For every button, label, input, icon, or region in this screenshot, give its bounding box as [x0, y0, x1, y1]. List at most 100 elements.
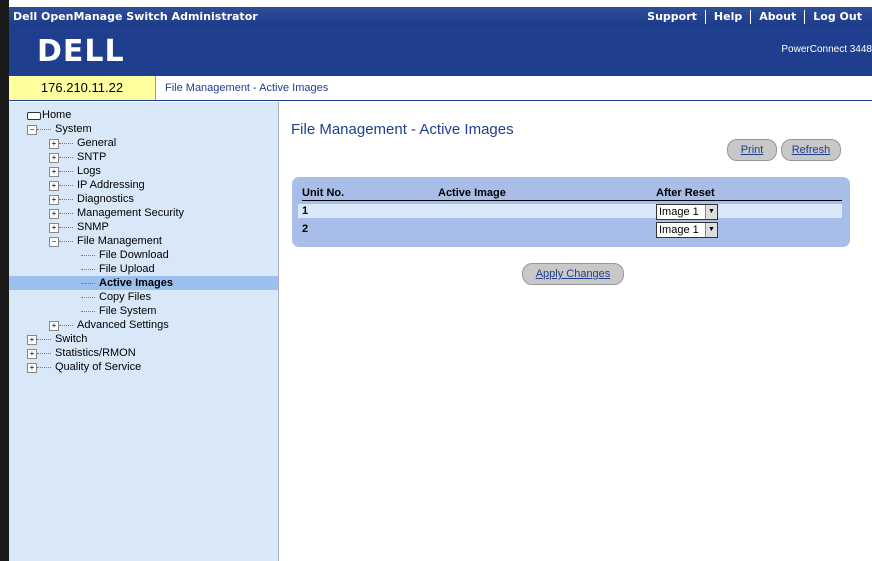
support-link[interactable]: Support: [639, 10, 705, 23]
tree-item[interactable]: − File Management: [9, 234, 278, 248]
drive-icon: [27, 112, 41, 120]
expand-icon[interactable]: +: [27, 335, 37, 345]
tree-connector: [59, 143, 73, 144]
tree-item[interactable]: + IP Addressing: [9, 178, 278, 192]
tree-item-label: Advanced Settings: [77, 319, 169, 331]
tree-connector: [59, 157, 73, 158]
tree-item-label: Copy Files: [99, 291, 151, 303]
tree-item-label: System: [55, 123, 92, 135]
refresh-button[interactable]: Refresh: [781, 139, 841, 161]
tree-item-label: Home: [42, 109, 72, 121]
tree-item[interactable]: Home: [9, 108, 278, 122]
tree-item-label: File System: [99, 305, 157, 317]
expand-icon[interactable]: +: [49, 321, 59, 331]
tree-connector: [59, 325, 73, 326]
tree-item-label: File Upload: [99, 263, 155, 275]
column-header: After Reset: [656, 187, 715, 199]
tree-item[interactable]: + Logs: [9, 164, 278, 178]
tree-connector: [59, 213, 73, 214]
about-link[interactable]: About: [751, 10, 804, 23]
top-links: Support Help About Log Out: [639, 7, 870, 26]
tree-connector: [59, 199, 73, 200]
expand-icon[interactable]: +: [49, 181, 59, 191]
column-header: Active Image: [438, 187, 506, 199]
tree-item-label: General: [77, 137, 117, 149]
tree-item[interactable]: + SNMP: [9, 220, 278, 234]
tree-connector: [59, 171, 73, 172]
after-reset-value: Image 1: [659, 206, 699, 218]
tree-item-label: Switch: [55, 333, 88, 345]
expand-icon[interactable]: +: [49, 139, 59, 149]
print-button[interactable]: Print: [727, 139, 777, 161]
tree-item-label: Statistics/RMON: [55, 347, 136, 359]
collapse-icon[interactable]: −: [49, 237, 59, 247]
expand-icon[interactable]: +: [49, 195, 59, 205]
tree-item-label: Active Images: [99, 277, 173, 289]
expand-icon[interactable]: +: [49, 223, 59, 233]
chevron-down-icon[interactable]: ▼: [705, 205, 717, 219]
unit-number: 2: [302, 223, 309, 235]
main-content: File Management - Active Images Print Re…: [279, 102, 872, 561]
collapse-icon[interactable]: −: [27, 125, 37, 135]
breadcrumb-bar: 176.210.11.22 File Management - Active I…: [9, 76, 872, 101]
top-bar: Dell OpenManage Switch Administrator Sup…: [9, 7, 872, 26]
sidebar-tree: Home − System + General + SNTP + Logs + IP Address…: [9, 102, 279, 561]
tree-item[interactable]: + Switch: [9, 332, 278, 346]
tree-connector: [37, 367, 51, 368]
tree-connector: [37, 339, 51, 340]
column-header: Unit No.: [302, 187, 345, 199]
expand-icon[interactable]: +: [49, 209, 59, 219]
tree-item[interactable]: File Download: [9, 248, 278, 262]
tree-item-label: Diagnostics: [77, 193, 134, 205]
tree-item[interactable]: + General: [9, 136, 278, 150]
unit-number: 1: [302, 205, 309, 217]
tree-connector: [81, 311, 95, 312]
dell-logo: DELL: [37, 34, 125, 69]
page-title: File Management - Active Images: [291, 121, 514, 138]
banner: DELL PowerConnect 3448: [9, 26, 872, 76]
after-reset-select[interactable]: Image 1 ▼: [656, 204, 718, 220]
breadcrumb: File Management - Active Images: [165, 82, 329, 94]
tree-item[interactable]: + Quality of Service: [9, 360, 278, 374]
logout-link[interactable]: Log Out: [805, 10, 870, 23]
tree-item[interactable]: + Diagnostics: [9, 192, 278, 206]
chevron-down-icon[interactable]: ▼: [705, 223, 717, 237]
tree-item-label: File Download: [99, 249, 169, 261]
tree-item-label: SNTP: [77, 151, 107, 163]
expand-icon[interactable]: +: [49, 153, 59, 163]
apply-changes-button[interactable]: Apply Changes: [522, 263, 624, 285]
expand-icon[interactable]: +: [49, 167, 59, 177]
tree-connector: [37, 129, 51, 130]
tree-connector: [81, 297, 95, 298]
app-title: Dell OpenManage Switch Administrator: [13, 10, 258, 23]
table-row: 1 Image 1 ▼: [298, 204, 842, 220]
after-reset-value: Image 1: [659, 224, 699, 236]
device-ip: 176.210.11.22: [9, 76, 156, 100]
tree-connector: [59, 227, 73, 228]
tree-item[interactable]: − System: [9, 122, 278, 136]
tree-item[interactable]: + Management Security: [9, 206, 278, 220]
tree-item[interactable]: Active Images: [9, 276, 278, 290]
help-link[interactable]: Help: [706, 10, 750, 23]
tree-item[interactable]: File System: [9, 304, 278, 318]
tree-connector: [59, 185, 73, 186]
tree-connector: [81, 283, 95, 284]
tree-item-label: SNMP: [77, 221, 109, 233]
table-row: 2 Image 1 ▼: [298, 222, 842, 238]
after-reset-select[interactable]: Image 1 ▼: [656, 222, 718, 238]
tree-item-label: Management Security: [77, 207, 184, 219]
nav-tree: Home − System + General + SNTP + Logs + IP Address…: [9, 108, 278, 374]
expand-icon[interactable]: +: [27, 349, 37, 359]
tree-connector: [81, 269, 95, 270]
tree-connector: [59, 241, 73, 242]
tree-item[interactable]: + SNTP: [9, 150, 278, 164]
tree-item-label: Logs: [77, 165, 101, 177]
expand-icon[interactable]: +: [27, 363, 37, 373]
tree-item[interactable]: File Upload: [9, 262, 278, 276]
tree-item[interactable]: + Advanced Settings: [9, 318, 278, 332]
tree-item[interactable]: Copy Files: [9, 290, 278, 304]
tree-item[interactable]: + Statistics/RMON: [9, 346, 278, 360]
tree-item-label: Quality of Service: [55, 361, 142, 373]
tree-item-label: IP Addressing: [77, 179, 145, 191]
active-images-table: Unit No. Active Image After Reset 1 Imag…: [292, 177, 850, 247]
